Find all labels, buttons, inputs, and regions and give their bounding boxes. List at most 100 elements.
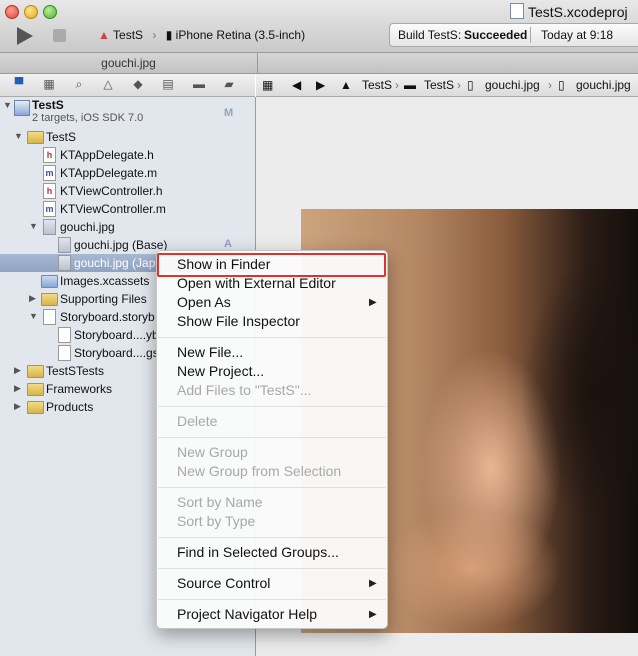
disclosure-triangle-icon[interactable]: ▶ [14,401,21,412]
related-items-icon[interactable]: ▦ [262,78,273,92]
scheme-selector[interactable]: ▲ TestS › ▮ iPhone Retina (3.5-inch) [98,28,305,42]
folder-icon [27,365,44,378]
image-file-icon: ▯ [558,78,565,92]
menu-item-new-group-from-selection: New Group from Selection [177,463,342,479]
context-menu: Show in Finder Open with External Editor… [156,250,388,629]
annotation-highlight-box [157,253,386,277]
disclosure-triangle-icon[interactable]: ▼ [3,100,12,110]
tree-row[interactable]: ▼ TestS [0,128,255,146]
debug-icon[interactable]: ▬ [192,78,206,91]
disclosure-triangle-icon[interactable]: ▶ [14,383,21,394]
jumpbar-item[interactable]: gouchi.jpg [576,78,631,92]
warning-icon[interactable]: △ [101,78,115,91]
status-badge: M [224,107,234,119]
tab-bar: gouchi.jpg [0,53,638,74]
project-icon: ▲ [340,78,352,92]
project-name: TestS [32,98,64,112]
menu-item-add-files: Add Files to "TestS"... [177,382,312,398]
tree-row[interactable]: h KTAppDelegate.h [0,146,255,164]
image-file-icon [58,237,71,253]
tab-gouchi[interactable]: gouchi.jpg [0,53,258,73]
tree-row[interactable]: m KTAppDelegate.m [0,164,255,182]
search-icon[interactable]: ⌕ [72,78,86,91]
project-file-icon [510,3,524,19]
window-titlebar: TestS.xcodeproj ▲ TestS › ▮ iPhone Retin… [0,0,638,53]
run-button[interactable] [17,27,33,45]
log-icon[interactable]: ▰ [222,78,236,91]
submenu-arrow-icon: ▶ [369,297,377,308]
menu-item-find-in-selected-groups[interactable]: Find in Selected Groups... [177,544,339,560]
tree-row[interactable]: m KTViewController.m [0,200,255,218]
close-window-button[interactable] [5,5,19,19]
forward-button[interactable]: ▶ [316,78,325,92]
menu-item-new-group: New Group [177,444,248,460]
menu-separator [158,537,386,538]
image-file-icon [43,219,56,235]
menu-item-project-navigator-help[interactable]: Project Navigator Help [177,606,317,622]
window-title: TestS.xcodeproj [510,3,628,20]
folder-icon [27,383,44,396]
storyboard-file-icon [43,309,56,325]
stop-button[interactable] [53,29,66,42]
status-time: Today at 9:18 [541,28,614,42]
disclosure-triangle-icon[interactable]: ▼ [29,311,38,321]
chevron-right-icon: › [395,78,399,92]
folder-icon [27,401,44,414]
project-row[interactable]: ▼ TestS 2 targets, iOS SDK 7.0 M [0,97,255,125]
menu-item-show-file-inspector[interactable]: Show File Inspector [177,313,300,329]
disclosure-triangle-icon[interactable]: ▶ [14,365,21,376]
status-prefix: Build TestS: [398,28,462,42]
status-result: Succeeded [464,28,528,42]
chevron-right-icon: › [457,78,461,92]
jumpbar-item[interactable]: TestS [424,78,454,92]
menu-separator [158,487,386,488]
menu-separator [158,337,386,338]
zoom-window-button[interactable] [43,5,57,19]
submenu-arrow-icon: ▶ [369,609,377,620]
disclosure-triangle-icon[interactable]: ▶ [29,293,36,304]
minimize-window-button[interactable] [24,5,38,19]
chevron-right-icon: › [548,78,552,92]
menu-item-new-project[interactable]: New Project... [177,363,264,379]
menu-separator [158,599,386,600]
disclosure-triangle-icon[interactable]: ▼ [14,131,23,141]
destination-label[interactable]: iPhone Retina (3.5-inch) [176,28,305,42]
back-button[interactable]: ◀ [292,78,301,92]
strings-file-icon [58,345,71,361]
submenu-arrow-icon: ▶ [369,578,377,589]
image-file-icon [58,255,71,271]
project-subtitle: 2 targets, iOS SDK 7.0 [32,112,144,124]
jumpbar-item[interactable]: TestS [362,78,392,92]
tree-row[interactable]: h KTViewController.h [0,182,255,200]
menu-item-sort-by-type: Sort by Type [177,513,256,529]
folder-icon: ▬ [404,78,416,92]
storyboard-file-icon [58,327,71,343]
tree-row[interactable]: ▼ gouchi.jpg [0,218,255,236]
menu-item-open-external-editor[interactable]: Open with External Editor [177,275,336,291]
app-icon: ▲ [98,28,110,42]
jump-bar: ▦ ◀ ▶ ▲ TestS › ▬ TestS › ▯ gouchi.jpg ›… [256,74,638,97]
asset-catalog-icon [41,275,58,288]
jumpbar-item[interactable]: gouchi.jpg [485,78,540,92]
folder-icon [27,131,44,144]
test-icon[interactable]: ◆ [131,78,145,91]
symbol-icon[interactable]: ▦ [42,78,56,91]
folder-icon[interactable]: ▀ [12,78,26,91]
menu-item-open-as[interactable]: Open As [177,294,231,310]
menu-item-sort-by-name: Sort by Name [177,494,263,510]
menu-item-new-file[interactable]: New File... [177,344,243,360]
image-file-icon: ▯ [467,78,474,92]
menu-separator [158,437,386,438]
menu-item-source-control[interactable]: Source Control [177,575,270,591]
folder-icon [41,293,58,306]
navigator-selector: ▀ ▦ ⌕ △ ◆ ▤ ▬ ▰ [0,74,255,97]
activity-status: Build TestS: Succeeded Today at 9:18 [389,23,638,47]
project-icon [14,100,30,116]
scheme-label[interactable]: TestS [113,28,143,42]
device-icon: ▮ [165,28,173,42]
source-file-icon: m [43,165,56,181]
header-file-icon: h [43,183,56,199]
menu-separator [158,406,386,407]
disclosure-triangle-icon[interactable]: ▼ [29,221,38,231]
breakpoint-icon[interactable]: ▤ [161,78,175,91]
